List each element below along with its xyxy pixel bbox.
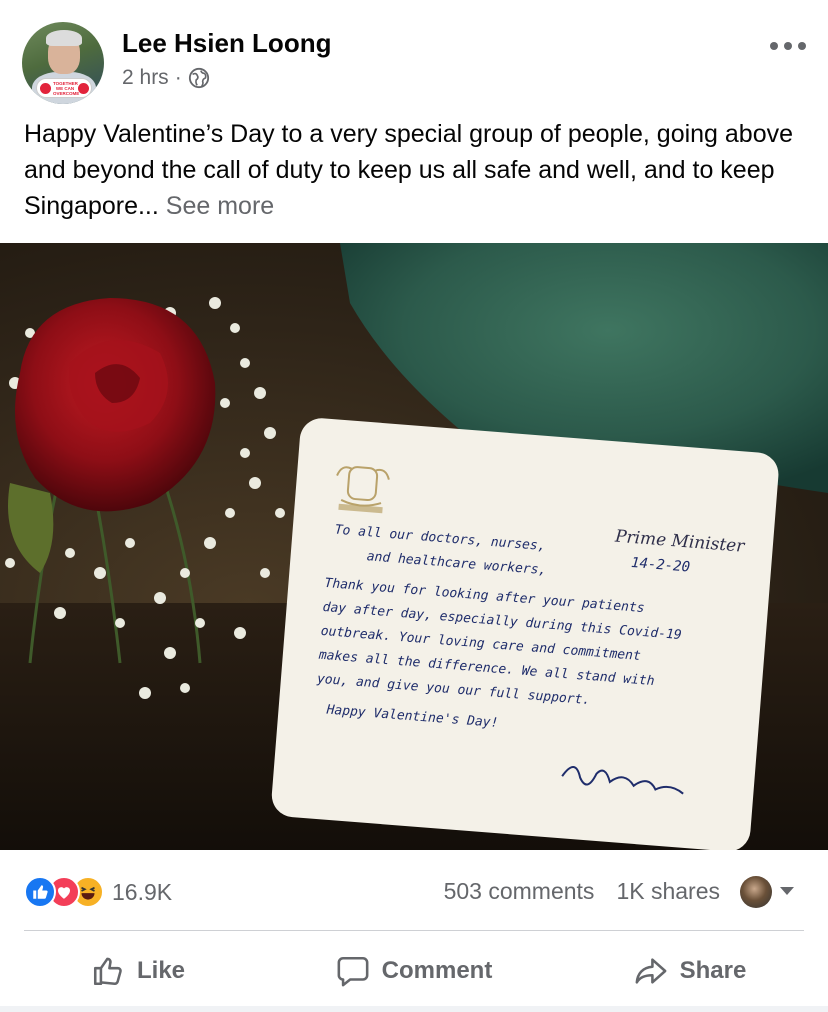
more-options-button[interactable] [770, 38, 806, 54]
avatar-badge-text: TOGETHER WE CAN OVERCOME [53, 81, 80, 96]
post-time[interactable]: 2 hrs [122, 66, 169, 90]
like-reaction-icon [24, 876, 56, 908]
post-meta: 2 hrs · [122, 66, 210, 90]
more-dot [798, 42, 806, 50]
badge-dot-left [40, 83, 51, 94]
post-stats: 16.9K 503 comments 1K shares [0, 864, 828, 920]
shares-count[interactable]: 1K shares [616, 878, 720, 905]
globe-icon [188, 67, 209, 89]
post-text: Happy Valentine’s Day to a very special … [24, 116, 804, 224]
author-avatar[interactable]: TOGETHER WE CAN OVERCOME [22, 22, 104, 104]
feed-separator [0, 1006, 828, 1012]
more-dot [784, 42, 792, 50]
action-bar: Like Comment Share [0, 940, 828, 1002]
comment-label: Comment [381, 957, 493, 984]
engagement-counts: 503 comments 1K shares [444, 878, 720, 905]
post-body: Happy Valentine’s Day to a very special … [24, 120, 794, 220]
comments-count[interactable]: 503 comments [444, 878, 595, 905]
share-button[interactable]: Share [552, 940, 828, 1002]
avatar-hair [46, 30, 82, 46]
comment-button[interactable]: Comment [276, 940, 552, 1002]
thumbs-up-icon [93, 957, 122, 986]
rose [8, 298, 216, 573]
reaction-count: 16.9K [112, 878, 173, 905]
avatar-badge: TOGETHER WE CAN OVERCOME [36, 78, 92, 98]
post-photo[interactable]: Prime Minister 14-2-20 To all our doctor… [0, 243, 828, 850]
viewer-avatar[interactable] [740, 876, 772, 908]
like-button[interactable]: Like [0, 940, 276, 1002]
see-more-link[interactable]: See more [166, 192, 274, 220]
share-label: Share [679, 957, 747, 984]
photo-illustration: Prime Minister 14-2-20 To all our doctor… [0, 243, 828, 850]
badge-dot-right [78, 83, 89, 94]
meta-separator: · [174, 66, 182, 89]
note-card: Prime Minister 14-2-20 To all our doctor… [271, 418, 779, 850]
more-dot [770, 42, 778, 50]
divider [24, 930, 804, 931]
chevron-down-icon[interactable] [780, 887, 794, 895]
like-label: Like [136, 957, 186, 984]
share-icon [635, 958, 667, 984]
comment-icon [337, 956, 369, 987]
post-header: TOGETHER WE CAN OVERCOME Lee Hsien Loong… [0, 0, 828, 110]
reactions-summary[interactable]: 16.9K [24, 876, 172, 908]
author-name[interactable]: Lee Hsien Loong [122, 28, 331, 59]
